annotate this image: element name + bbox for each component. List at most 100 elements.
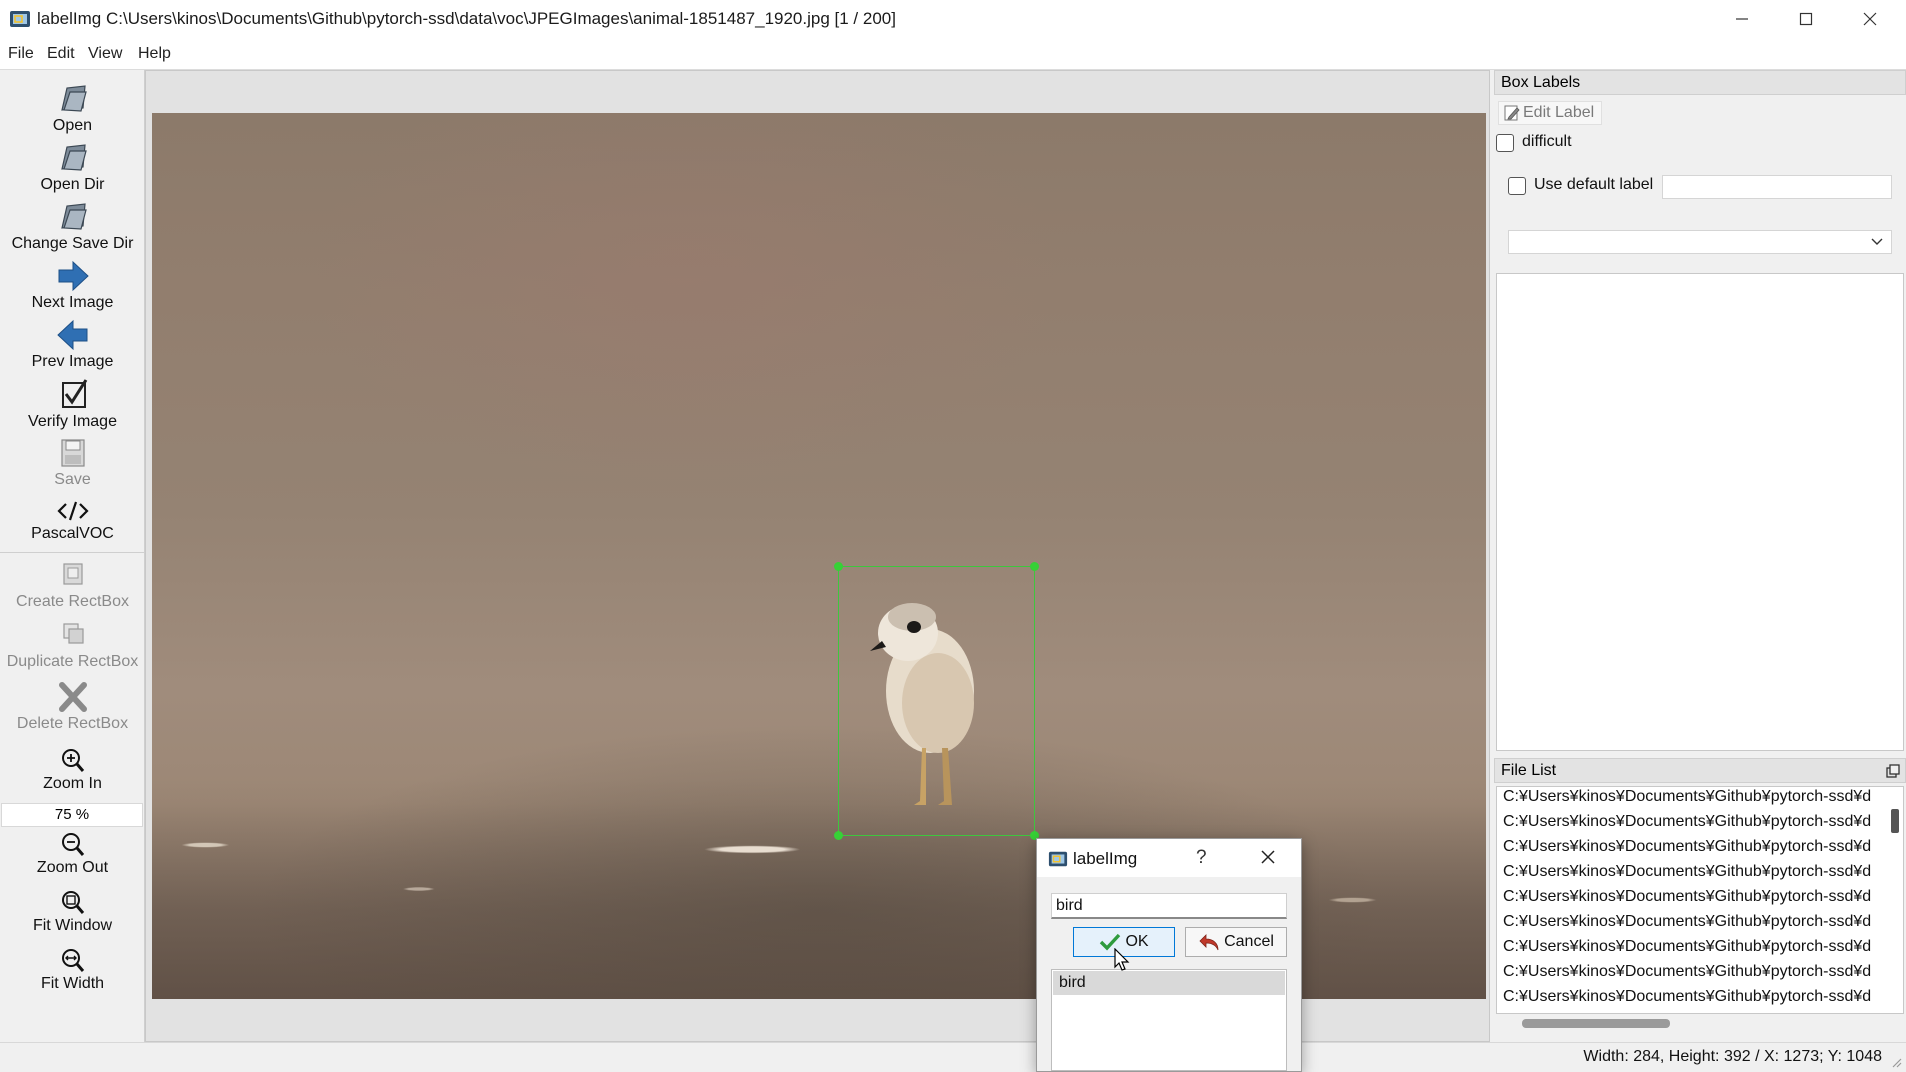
arrow-right-icon: [58, 260, 89, 292]
zoom-in-button[interactable]: Zoom In: [0, 746, 145, 793]
dialog-label-list-item[interactable]: bird: [1053, 971, 1285, 995]
maximize-button[interactable]: [1774, 0, 1838, 38]
next-image-button[interactable]: Next Image: [0, 259, 145, 312]
cancel-button[interactable]: Cancel: [1185, 927, 1287, 957]
minimize-icon: [1736, 18, 1748, 20]
file-list-title: File List: [1494, 758, 1906, 783]
open-dir-icon: [60, 144, 87, 171]
window-title: labelImg C:\Users\kinos\Documents\Github…: [37, 9, 896, 28]
open-button[interactable]: Open: [0, 82, 145, 135]
create-rectbox-button[interactable]: Create RectBox: [0, 558, 145, 611]
file-list-item[interactable]: C:¥Users¥kinos¥Documents¥Github¥pytorch-…: [1503, 863, 1871, 881]
difficult-label: difficult: [1522, 133, 1572, 150]
label-dialog: labelImg ? bird OK Cancel bird: [1036, 838, 1302, 1072]
checkbox-checked-icon: [61, 379, 87, 408]
file-list-item[interactable]: C:¥Users¥kinos¥Documents¥Github¥pytorch-…: [1503, 838, 1871, 856]
resize-grip-icon[interactable]: [1890, 1056, 1902, 1068]
duplicate-rectbox-button[interactable]: Duplicate RectBox: [0, 618, 145, 671]
prev-image-label: Prev Image: [31, 353, 114, 370]
toolbar: Open Open Dir Change Save Dir Next Image…: [0, 70, 145, 1042]
file-list-item[interactable]: C:¥Users¥kinos¥Documents¥Github¥pytorch-…: [1503, 813, 1871, 831]
vertical-scroll-thumb[interactable]: [1891, 809, 1899, 833]
format-label: PascalVOC: [31, 525, 114, 542]
delete-x-icon: [58, 682, 87, 712]
dialog-title-bar: labelImg ?: [1037, 839, 1301, 877]
label-text-input[interactable]: bird: [1051, 893, 1287, 919]
fit-window-icon: [61, 891, 84, 914]
fit-window-button[interactable]: Fit Window: [0, 888, 145, 935]
chevron-down-icon: [1871, 238, 1883, 245]
menu-view[interactable]: View: [88, 45, 122, 63]
zoom-in-icon: [61, 749, 84, 772]
save-button[interactable]: Save: [0, 436, 145, 489]
format-pascalvoc-button[interactable]: PascalVOC: [0, 498, 145, 543]
box-labels-title: Box Labels: [1494, 70, 1906, 95]
file-list-item[interactable]: C:¥Users¥kinos¥Documents¥Github¥pytorch-…: [1503, 963, 1871, 981]
fit-width-icon: [61, 949, 84, 972]
verify-image-button[interactable]: Verify Image: [0, 378, 145, 431]
mouse-cursor-icon: [1114, 948, 1130, 971]
change-save-dir-button[interactable]: Change Save Dir: [0, 200, 145, 253]
bounding-box[interactable]: [834, 562, 1039, 840]
file-list-horizontal-scrollbar[interactable]: [1496, 1016, 1904, 1030]
default-label-input[interactable]: [1662, 175, 1892, 199]
file-list-item[interactable]: C:¥Users¥kinos¥Documents¥Github¥pytorch-…: [1503, 888, 1871, 906]
fit-width-label: Fit Width: [40, 975, 105, 992]
status-text: Width: 284, Height: 392 / X: 1273; Y: 10…: [1583, 1048, 1882, 1065]
toolbar-separator: [0, 552, 145, 553]
delete-rectbox-label: Delete RectBox: [16, 715, 129, 732]
duplicate-rectbox-label: Duplicate RectBox: [6, 653, 139, 670]
open-dir-label: Open Dir: [40, 176, 105, 193]
fit-width-button[interactable]: Fit Width: [0, 946, 145, 993]
file-list-item[interactable]: C:¥Users¥kinos¥Documents¥Github¥pytorch-…: [1503, 788, 1871, 806]
verify-image-label: Verify Image: [28, 413, 117, 430]
zoom-out-icon: [61, 833, 84, 856]
help-button[interactable]: ?: [1196, 847, 1207, 869]
title-bar: labelImg C:\Users\kinos\Documents\Github…: [0, 0, 1906, 38]
edit-pencil-icon: [1504, 105, 1520, 121]
close-icon: [1863, 12, 1877, 26]
label-list[interactable]: [1496, 273, 1904, 751]
arrow-left-icon: [56, 319, 87, 351]
zoom-out-button[interactable]: Zoom Out: [0, 830, 145, 877]
code-tag-icon: [56, 501, 89, 521]
menu-edit[interactable]: Edit: [47, 45, 75, 63]
difficult-checkbox[interactable]: [1496, 134, 1514, 152]
edit-label-text: Edit Label: [1523, 104, 1595, 121]
bbox-handle-bottom-left[interactable]: [834, 831, 843, 840]
delete-rectbox-button[interactable]: Delete RectBox: [0, 680, 145, 733]
zoom-out-label: Zoom Out: [36, 859, 109, 876]
zoom-level-field[interactable]: 75 %: [1, 803, 143, 827]
cancel-label: Cancel: [1224, 933, 1274, 950]
file-list-item[interactable]: C:¥Users¥kinos¥Documents¥Github¥pytorch-…: [1503, 988, 1871, 1006]
save-label: Save: [54, 471, 91, 488]
bbox-handle-top-right[interactable]: [1030, 562, 1039, 571]
status-bar: Width: 284, Height: 392 / X: 1273; Y: 10…: [0, 1042, 1906, 1072]
file-list-item[interactable]: C:¥Users¥kinos¥Documents¥Github¥pytorch-…: [1503, 913, 1871, 931]
file-list-item[interactable]: C:¥Users¥kinos¥Documents¥Github¥pytorch-…: [1503, 938, 1871, 956]
dialog-label-list[interactable]: bird: [1051, 969, 1287, 1071]
undock-panel-icon[interactable]: [1886, 764, 1900, 778]
labelimg-app-icon: [1048, 851, 1068, 867]
maximize-icon: [1799, 12, 1813, 26]
open-dir-button[interactable]: Open Dir: [0, 141, 145, 194]
bbox-handle-top-left[interactable]: [834, 562, 843, 571]
undo-arrow-icon: [1199, 934, 1219, 951]
prev-image-button[interactable]: Prev Image: [0, 318, 145, 371]
edit-label-button[interactable]: Edit Label: [1498, 101, 1602, 125]
save-disk-icon: [60, 439, 85, 467]
horizontal-scroll-thumb[interactable]: [1522, 1019, 1670, 1028]
label-combo-box[interactable]: [1508, 230, 1892, 254]
close-icon[interactable]: [1259, 848, 1277, 866]
dialog-title: labelImg: [1073, 849, 1138, 868]
file-list-vertical-scrollbar[interactable]: [1889, 789, 1901, 1009]
menu-help[interactable]: Help: [138, 45, 171, 63]
close-button[interactable]: [1838, 0, 1902, 38]
minimize-button[interactable]: [1710, 0, 1774, 38]
use-default-label-checkbox[interactable]: [1508, 177, 1526, 195]
file-list-panel: File List C:¥Users¥kinos¥Documents¥Githu…: [1494, 758, 1906, 1042]
menu-file[interactable]: File: [8, 45, 34, 63]
labelimg-app-icon: [10, 11, 30, 27]
change-save-dir-icon: [60, 203, 87, 230]
file-list[interactable]: C:¥Users¥kinos¥Documents¥Github¥pytorch-…: [1496, 786, 1904, 1014]
